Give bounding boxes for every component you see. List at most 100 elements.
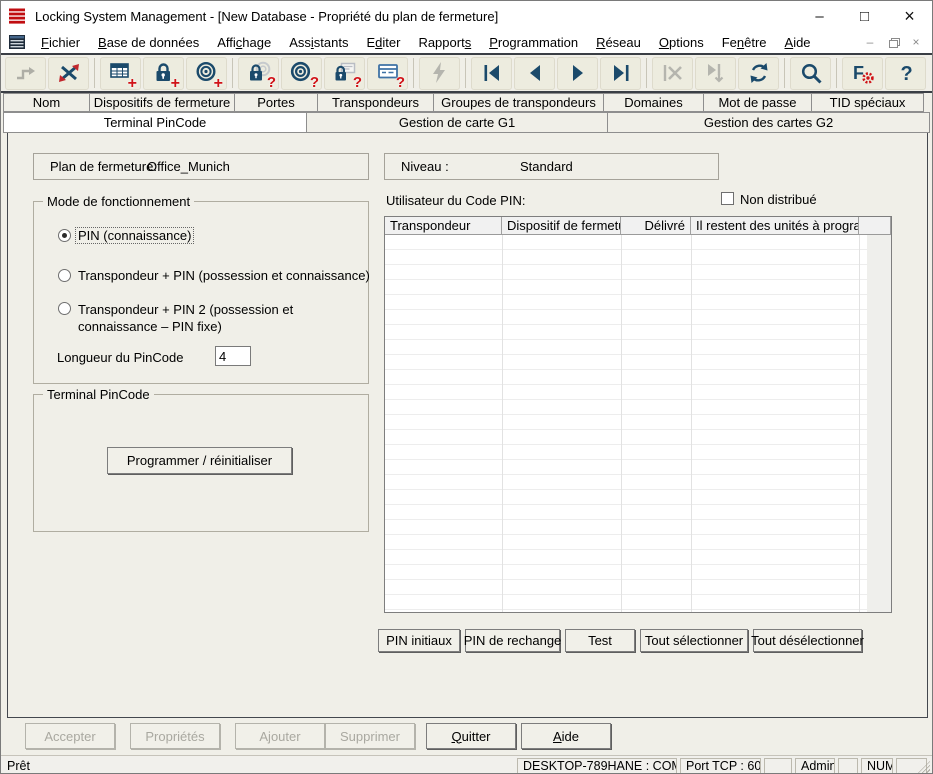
- tab-groupes-de-transpondeurs[interactable]: Groupes de transpondeurs: [433, 93, 604, 112]
- aide-button[interactable]: Aide: [521, 723, 611, 749]
- menu-base-de-donnees[interactable]: Base de données: [89, 33, 208, 52]
- proprietes-button: Propriétés: [130, 723, 220, 749]
- close-icon[interactable]: ×: [887, 1, 932, 31]
- add-transponder-icon[interactable]: +: [186, 56, 227, 92]
- quitter-button[interactable]: Quitter: [426, 723, 516, 749]
- menu-affichage[interactable]: Affichage: [208, 33, 280, 52]
- tout-selectionner-button[interactable]: Tout sélectionner: [640, 629, 748, 652]
- title-bar: Locking System Management - [New Databas…: [1, 1, 932, 31]
- menu-programmation[interactable]: Programmation: [480, 33, 587, 52]
- col-filler: [859, 217, 891, 235]
- plus-badge: +: [127, 74, 137, 92]
- radio-pin-label[interactable]: PIN (connaissance): [75, 227, 195, 244]
- status-tcp-port: Port TCP : 6001: [680, 758, 761, 773]
- tab-transpondeurs[interactable]: Transpondeurs: [317, 93, 434, 112]
- read-transponder-icon[interactable]: ?: [281, 56, 322, 91]
- new-locking-plan-icon[interactable]: +: [100, 56, 141, 92]
- tout-deselectionner-button[interactable]: Tout désélectionner: [751, 629, 864, 652]
- program-icon: [419, 56, 460, 90]
- toolbar-separator: [465, 58, 466, 88]
- last-record-icon[interactable]: [600, 56, 641, 90]
- radio-transpondeur-pin-label[interactable]: Transpondeur + PIN (possession et connai…: [78, 268, 370, 283]
- tab-portes[interactable]: Portes: [234, 93, 318, 112]
- search-icon[interactable]: [790, 56, 831, 90]
- footer-button-bar: Accepter Propriétés Ajouter Supprimer Qu…: [1, 718, 932, 754]
- pin-de-rechange-button[interactable]: PIN de rechange: [464, 629, 561, 652]
- tab-gestion-de-carte-g1[interactable]: Gestion de carte G1: [306, 112, 608, 133]
- svg-text:F: F: [853, 63, 864, 83]
- supprimer-button: Supprimer: [325, 723, 415, 749]
- tab-mot-de-passe[interactable]: Mot de passe: [703, 93, 812, 112]
- toolbar-separator: [646, 58, 647, 88]
- plan-de-fermeture-field: Plan de fermeture: Office_Munich: [33, 153, 369, 180]
- toolbar-separator: [413, 58, 414, 88]
- help-icon[interactable]: ?: [885, 56, 926, 90]
- mdi-document-icon: [9, 34, 25, 49]
- read-mifare-device-icon[interactable]: ?: [324, 56, 365, 90]
- tab-nom[interactable]: Nom: [3, 93, 90, 112]
- toolbar-separator: [784, 58, 785, 88]
- mdi-close-icon[interactable]: ×: [908, 35, 924, 49]
- window-title: Locking System Management - [New Databas…: [35, 8, 499, 24]
- minimize-icon[interactable]: –: [797, 1, 842, 31]
- menu-fenetre[interactable]: Fenêtre: [713, 33, 776, 52]
- table-body[interactable]: [385, 235, 891, 612]
- menu-editer[interactable]: Editer: [357, 33, 409, 52]
- radio-pin[interactable]: [58, 229, 71, 242]
- filter-settings-icon[interactable]: F: [842, 56, 883, 90]
- plus-badge: +: [213, 74, 223, 92]
- status-num-lock: NUM: [861, 758, 893, 773]
- pin-users-label: Utilisateur du Code PIN:: [386, 193, 526, 208]
- table-header: Transpondeur Dispositif de fermeture Dél…: [385, 217, 891, 235]
- pin-length-label: Longueur du PinCode: [57, 350, 184, 365]
- tab-domaines[interactable]: Domaines: [603, 93, 704, 112]
- question-badge: ?: [266, 73, 276, 91]
- question-badge: ?: [309, 73, 319, 91]
- non-distribue-label[interactable]: Non distribué: [740, 192, 817, 207]
- next-record-icon[interactable]: [557, 56, 598, 90]
- tab-tid-speciaux[interactable]: TID spéciaux: [811, 93, 924, 112]
- mode-de-fonctionnement-group: Mode de fonctionnement PIN (connaissance…: [33, 194, 370, 384]
- pin-users-table[interactable]: Transpondeur Dispositif de fermeture Dél…: [384, 216, 892, 613]
- mdi-restore-icon[interactable]: [885, 35, 901, 49]
- status-bar: Prêt DESKTOP-789HANE : COM(*) Port TCP :…: [1, 755, 932, 773]
- col-il-restent[interactable]: Il restent des unités à programmer: [691, 217, 859, 235]
- status-ready: Prêt: [7, 759, 30, 773]
- niveau-label: Niveau :: [401, 159, 449, 174]
- menu-reseau[interactable]: Réseau: [587, 33, 650, 52]
- menu-rapports[interactable]: Rapports: [409, 33, 480, 52]
- previous-record-icon[interactable]: [514, 56, 555, 90]
- radio-transpondeur-pin2-label[interactable]: Transpondeur + PIN 2 (possession et conn…: [78, 301, 360, 335]
- test-button[interactable]: Test: [565, 629, 635, 652]
- app-window: Locking System Management - [New Databas…: [0, 0, 933, 774]
- jump-record-icon: [695, 56, 736, 90]
- menu-fichier[interactable]: Fichier: [32, 33, 89, 52]
- col-transpondeur[interactable]: Transpondeur: [385, 217, 502, 235]
- status-panel-empty-2: [838, 758, 858, 773]
- read-network-icon[interactable]: ?: [367, 56, 408, 90]
- menu-aide[interactable]: Aide: [776, 33, 820, 52]
- read-locking-device-icon[interactable]: ?: [238, 56, 279, 91]
- pin-initiaux-button[interactable]: PIN initiaux: [378, 629, 460, 652]
- pin-length-input[interactable]: [215, 346, 251, 366]
- radio-transpondeur-pin2[interactable]: [58, 302, 71, 315]
- tab-gestion-des-cartes-g2[interactable]: Gestion des cartes G2: [607, 112, 930, 133]
- menu-assistants[interactable]: Assistants: [280, 33, 357, 52]
- tab-row-1: Nom Dispositifs de fermeture Portes Tran…: [3, 93, 924, 112]
- programmer-reinitialiser-button[interactable]: Programmer / réinitialiser: [107, 447, 292, 474]
- tab-terminal-pincode[interactable]: Terminal PinCode: [3, 112, 307, 133]
- col-dispositif-de-fermeture[interactable]: Dispositif de fermeture: [502, 217, 621, 235]
- col-delivre[interactable]: Délivré: [621, 217, 691, 235]
- first-record-icon[interactable]: [471, 56, 512, 90]
- disconnect-icon[interactable]: [48, 56, 89, 90]
- tab-dispositifs-de-fermeture[interactable]: Dispositifs de fermeture: [89, 93, 235, 112]
- mdi-minimize-icon[interactable]: –: [862, 35, 878, 49]
- non-distribue-checkbox[interactable]: [721, 192, 734, 205]
- plus-badge: +: [170, 74, 180, 92]
- add-locking-device-icon[interactable]: +: [143, 56, 184, 92]
- menu-options[interactable]: Options: [650, 33, 713, 52]
- maximize-icon[interactable]: □: [842, 1, 887, 31]
- refresh-icon[interactable]: [738, 56, 779, 90]
- toolbar: + + + ? ? ? ? F ?: [1, 55, 932, 91]
- radio-transpondeur-pin[interactable]: [58, 269, 71, 282]
